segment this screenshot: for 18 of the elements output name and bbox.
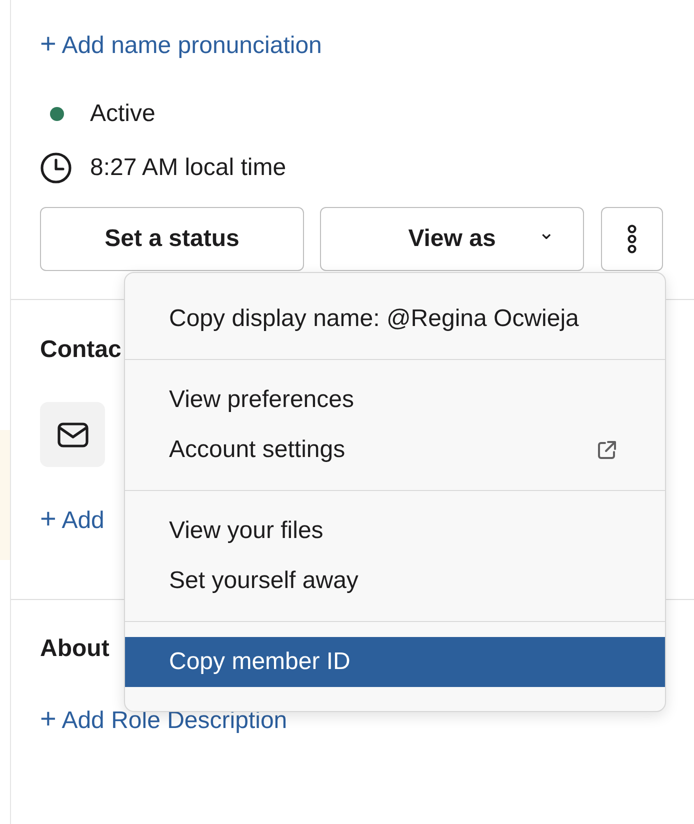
view-as-dropdown[interactable]: View as ⌄	[320, 207, 584, 271]
menu-item[interactable]: View your files	[125, 506, 665, 556]
menu-item[interactable]: Copy member ID	[125, 637, 665, 687]
envelope-icon	[56, 422, 88, 448]
menu-item[interactable]: View preferences	[125, 375, 665, 425]
more-button[interactable]	[601, 207, 663, 271]
add-contact-link[interactable]: + Add	[40, 503, 104, 537]
presence-status: Active	[90, 100, 156, 128]
section-heading: About	[40, 634, 110, 664]
menu-item[interactable]: Account settings	[125, 425, 665, 475]
more-icon	[626, 223, 638, 255]
add-pronunciation-link[interactable]: + Add name pronunciation	[40, 28, 322, 62]
set-status-button[interactable]: Set a status	[40, 207, 304, 271]
clock-icon	[40, 152, 72, 184]
menu-item[interactable]: Copy display name: @Regina Ocwieja	[125, 294, 665, 344]
local-time: 8:27 AM local time	[90, 154, 286, 182]
section-heading: Contac	[40, 335, 122, 365]
menu-item[interactable]: Set yourself away	[125, 556, 665, 606]
